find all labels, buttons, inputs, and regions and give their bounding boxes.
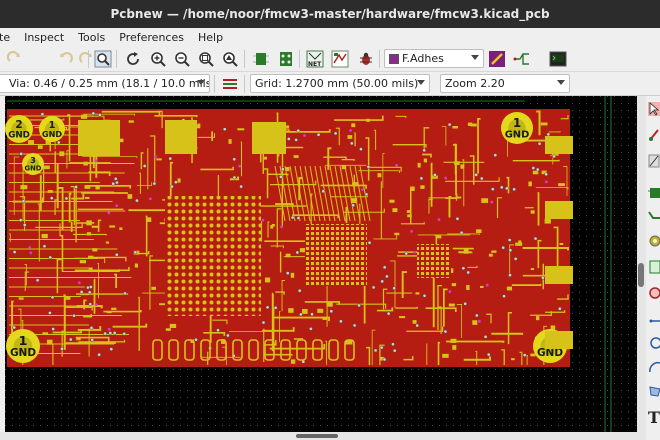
chevron-down-icon	[557, 80, 565, 85]
add-text-icon[interactable]: T	[648, 408, 660, 427]
gnd-pad-number: 1	[513, 116, 521, 130]
add-via-icon[interactable]	[648, 234, 660, 248]
vertical-scrollbar[interactable]	[637, 96, 646, 432]
gnd-pad-label: GND	[25, 165, 42, 173]
rf-chip-footprint	[417, 244, 451, 278]
chevron-down-icon	[417, 80, 425, 85]
zoom-value: Zoom 2.20	[445, 77, 505, 90]
zoom-auto-icon[interactable]	[196, 49, 216, 69]
zoom-selection-icon[interactable]	[220, 49, 240, 69]
scripting-icon[interactable]	[330, 49, 350, 69]
redo-icon[interactable]	[4, 49, 24, 69]
menu-tools[interactable]: Tools	[71, 31, 112, 44]
qfn-chip-footprint	[305, 224, 367, 286]
gnd-mounting-hole: 3GND	[22, 153, 44, 175]
window-title: Pcbnew — /home/noor/fmcw3-master/hardwar…	[110, 7, 550, 21]
gnd-pad-label: GND	[10, 347, 36, 359]
large-pad	[78, 120, 120, 156]
gnd-pad-number: 2	[15, 119, 22, 131]
large-pad	[252, 122, 286, 154]
pcb-canvas[interactable]: 2GND1GND3GND1GND1GND1GND	[5, 96, 637, 432]
add-line-icon[interactable]	[648, 314, 660, 328]
terminal-icon[interactable]	[548, 49, 568, 69]
chevron-down-icon	[471, 55, 479, 60]
bug-icon[interactable]	[356, 49, 376, 69]
zoom-fit-icon[interactable]	[93, 49, 113, 69]
refresh-icon[interactable]	[123, 49, 143, 69]
layer-pair-icon[interactable]	[487, 49, 507, 69]
layer-color-swatch	[389, 53, 399, 64]
route-track-icon[interactable]	[648, 208, 660, 222]
gnd-pad-label: GND	[8, 130, 30, 140]
sma-connector	[545, 266, 573, 284]
gnd-mounting-hole: 1GND	[39, 116, 65, 142]
footprint-editor-icon[interactable]	[251, 49, 271, 69]
layer-selector[interactable]: F.Adhes	[384, 49, 484, 68]
menu-bar: te Inspect Tools Preferences Help	[0, 28, 660, 46]
grid-value: Grid: 1.2700 mm (50.00 mils)	[255, 77, 419, 90]
gnd-mounting-hole: 2GND	[5, 115, 33, 143]
zoom-in-icon[interactable]	[148, 49, 168, 69]
gnd-mounting-hole: 1GND	[6, 329, 40, 363]
via-size-value: Via: 0.46 / 0.25 mm (18.1 / 10.0 mils) *	[9, 77, 210, 90]
layer-selector-value: F.Adhes	[402, 52, 444, 65]
highlight-net-icon[interactable]	[648, 128, 660, 142]
zoom-selector[interactable]: Zoom 2.20	[440, 74, 570, 93]
secondary-toolbar: Via: 0.46 / 0.25 mm (18.1 / 10.0 mils) *…	[0, 72, 660, 96]
add-keepout-icon[interactable]	[648, 286, 660, 300]
gnd-pad-label: GND	[505, 130, 530, 141]
sma-connector	[545, 201, 573, 219]
via-size-selector[interactable]: Via: 0.46 / 0.25 mm (18.1 / 10.0 mils) *	[0, 74, 210, 93]
route-icon[interactable]	[512, 49, 532, 69]
gnd-pad-number: 3	[30, 155, 36, 165]
add-polygon-icon[interactable]	[648, 384, 660, 398]
window-title-bar: Pcbnew — /home/noor/fmcw3-master/hardwar…	[0, 0, 660, 28]
undo-icon[interactable]	[56, 49, 76, 69]
horizontal-scrollbar[interactable]	[0, 432, 646, 440]
main-toolbar: NET F.Adhes	[0, 46, 660, 72]
vertical-scrollbar-thumb[interactable]	[638, 263, 644, 287]
gnd-pad-label: GND	[42, 129, 62, 139]
auto-track-width-icon[interactable]	[220, 74, 240, 94]
grid-selector[interactable]: Grid: 1.2700 mm (50.00 mils)	[250, 74, 430, 93]
sma-connector	[545, 331, 573, 349]
local-ratsnest-icon[interactable]	[648, 154, 660, 168]
horizontal-scrollbar-thumb[interactable]	[296, 434, 338, 438]
select-arrow-icon[interactable]	[648, 102, 660, 116]
net-label: NET	[308, 61, 322, 68]
add-zone-icon[interactable]	[648, 260, 660, 274]
add-footprint-icon[interactable]	[648, 186, 660, 200]
menu-preferences[interactable]: Preferences	[112, 31, 191, 44]
menu-inspect[interactable]: Inspect	[17, 31, 71, 44]
add-circle-icon[interactable]	[648, 336, 660, 350]
gnd-mounting-hole: 1GND	[501, 112, 533, 144]
add-arc-icon[interactable]	[648, 360, 660, 374]
fpga-bga-footprint	[165, 196, 261, 316]
netlist-icon[interactable]: NET	[305, 49, 325, 69]
large-pad	[165, 120, 197, 154]
right-toolbar: T	[646, 96, 660, 440]
chevron-down-icon	[197, 80, 205, 85]
menu-route[interactable]: te	[0, 31, 17, 44]
footprint-library-icon[interactable]	[276, 49, 296, 69]
menu-help[interactable]: Help	[191, 31, 230, 44]
pcb-board-drawing: 2GND1GND3GND1GND1GND1GND	[5, 96, 637, 432]
zoom-out-icon[interactable]	[172, 49, 192, 69]
sma-connector	[545, 136, 573, 154]
